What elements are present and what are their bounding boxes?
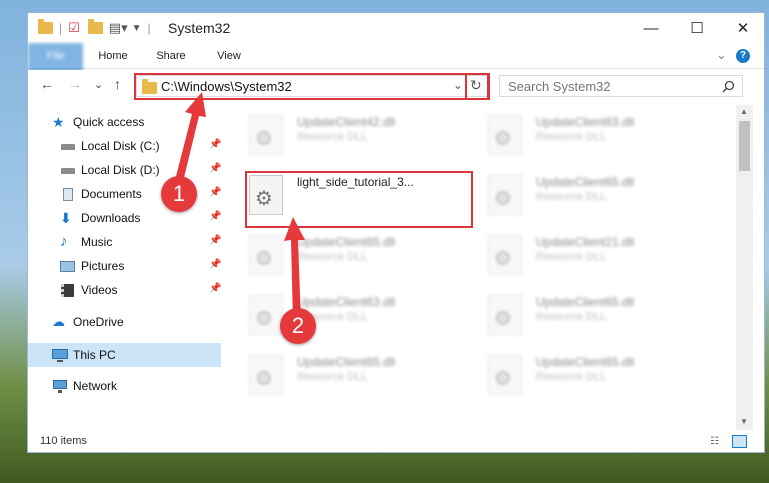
annotation-arrows bbox=[172, 92, 305, 322]
arrow-2 bbox=[284, 217, 305, 322]
step-badge-2: 2 bbox=[280, 308, 316, 344]
step-badge-1: 1 bbox=[161, 176, 197, 212]
